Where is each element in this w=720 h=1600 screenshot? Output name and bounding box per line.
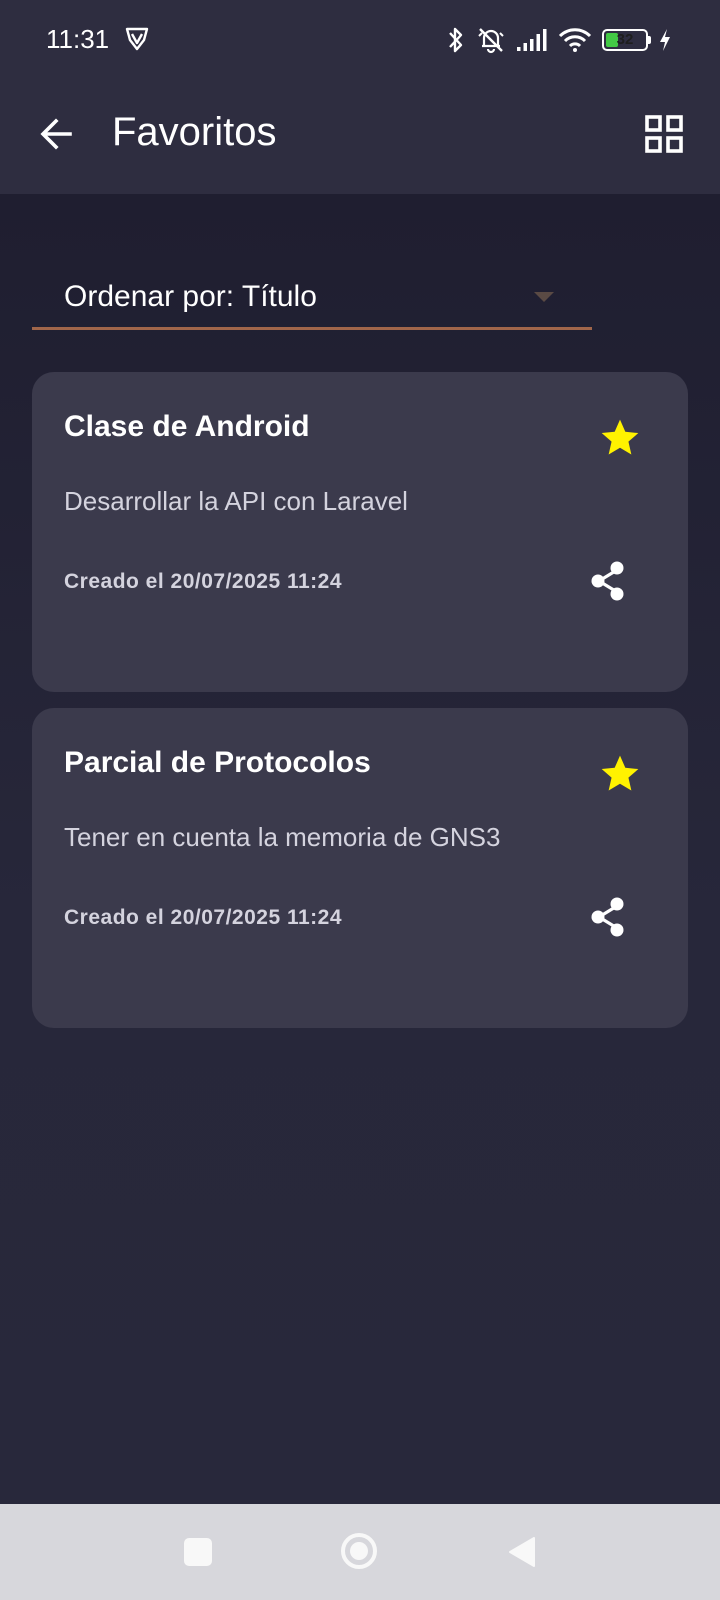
note-description: Tener en cuenta la memoria de GNS3 [64, 822, 501, 852]
battery-icon: 32 [602, 29, 651, 51]
favorite-star-icon[interactable] [598, 752, 642, 796]
favorite-star-icon[interactable] [598, 416, 642, 460]
note-title: Clase de Android [64, 410, 310, 443]
status-time: 11:31 [46, 24, 110, 54]
wifi-icon [558, 28, 592, 52]
favorites-content: Ordenar por: Título Clase de Android Des… [0, 194, 720, 1504]
back-button[interactable] [30, 108, 82, 160]
page-title: Favoritos [112, 110, 277, 154]
battery-tip [648, 36, 651, 44]
home-circle-icon[interactable] [341, 1533, 377, 1569]
note-title: Parcial de Protocolos [64, 746, 371, 779]
grid-view-button[interactable] [638, 108, 690, 160]
note-description: Desarrollar la API con Laravel [64, 486, 408, 516]
notifications-off-icon [478, 28, 504, 54]
grid-view-icon [645, 115, 683, 153]
back-triangle-icon[interactable] [506, 1535, 538, 1569]
share-icon[interactable] [586, 894, 632, 940]
dropdown-arrow-icon [534, 292, 554, 302]
bluetooth-icon [449, 27, 463, 53]
app-bar: Favoritos [0, 82, 720, 194]
note-card[interactable]: Clase de Android Desarrollar la API con … [32, 372, 688, 692]
vpn-shield-icon [125, 27, 149, 51]
system-nav-bar [0, 1504, 720, 1600]
note-card[interactable]: Parcial de Protocolos Tener en cuenta la… [32, 708, 688, 1028]
battery-level: 32 [616, 31, 634, 48]
recents-square-icon[interactable] [184, 1538, 212, 1566]
note-created-date: Creado el 20/07/2025 11:24 [64, 906, 343, 929]
note-created-date: Creado el 20/07/2025 11:24 [64, 570, 343, 593]
status-bar: 11:31 32 [0, 0, 720, 82]
sort-label: Ordenar por: Título [64, 280, 317, 313]
signal-icon [517, 29, 547, 51]
arrow-back-icon [40, 118, 72, 150]
sort-dropdown[interactable]: Ordenar por: Título [32, 234, 592, 330]
status-icons: 32 [446, 20, 672, 60]
share-icon[interactable] [586, 558, 632, 604]
charging-bolt-icon [660, 29, 670, 51]
